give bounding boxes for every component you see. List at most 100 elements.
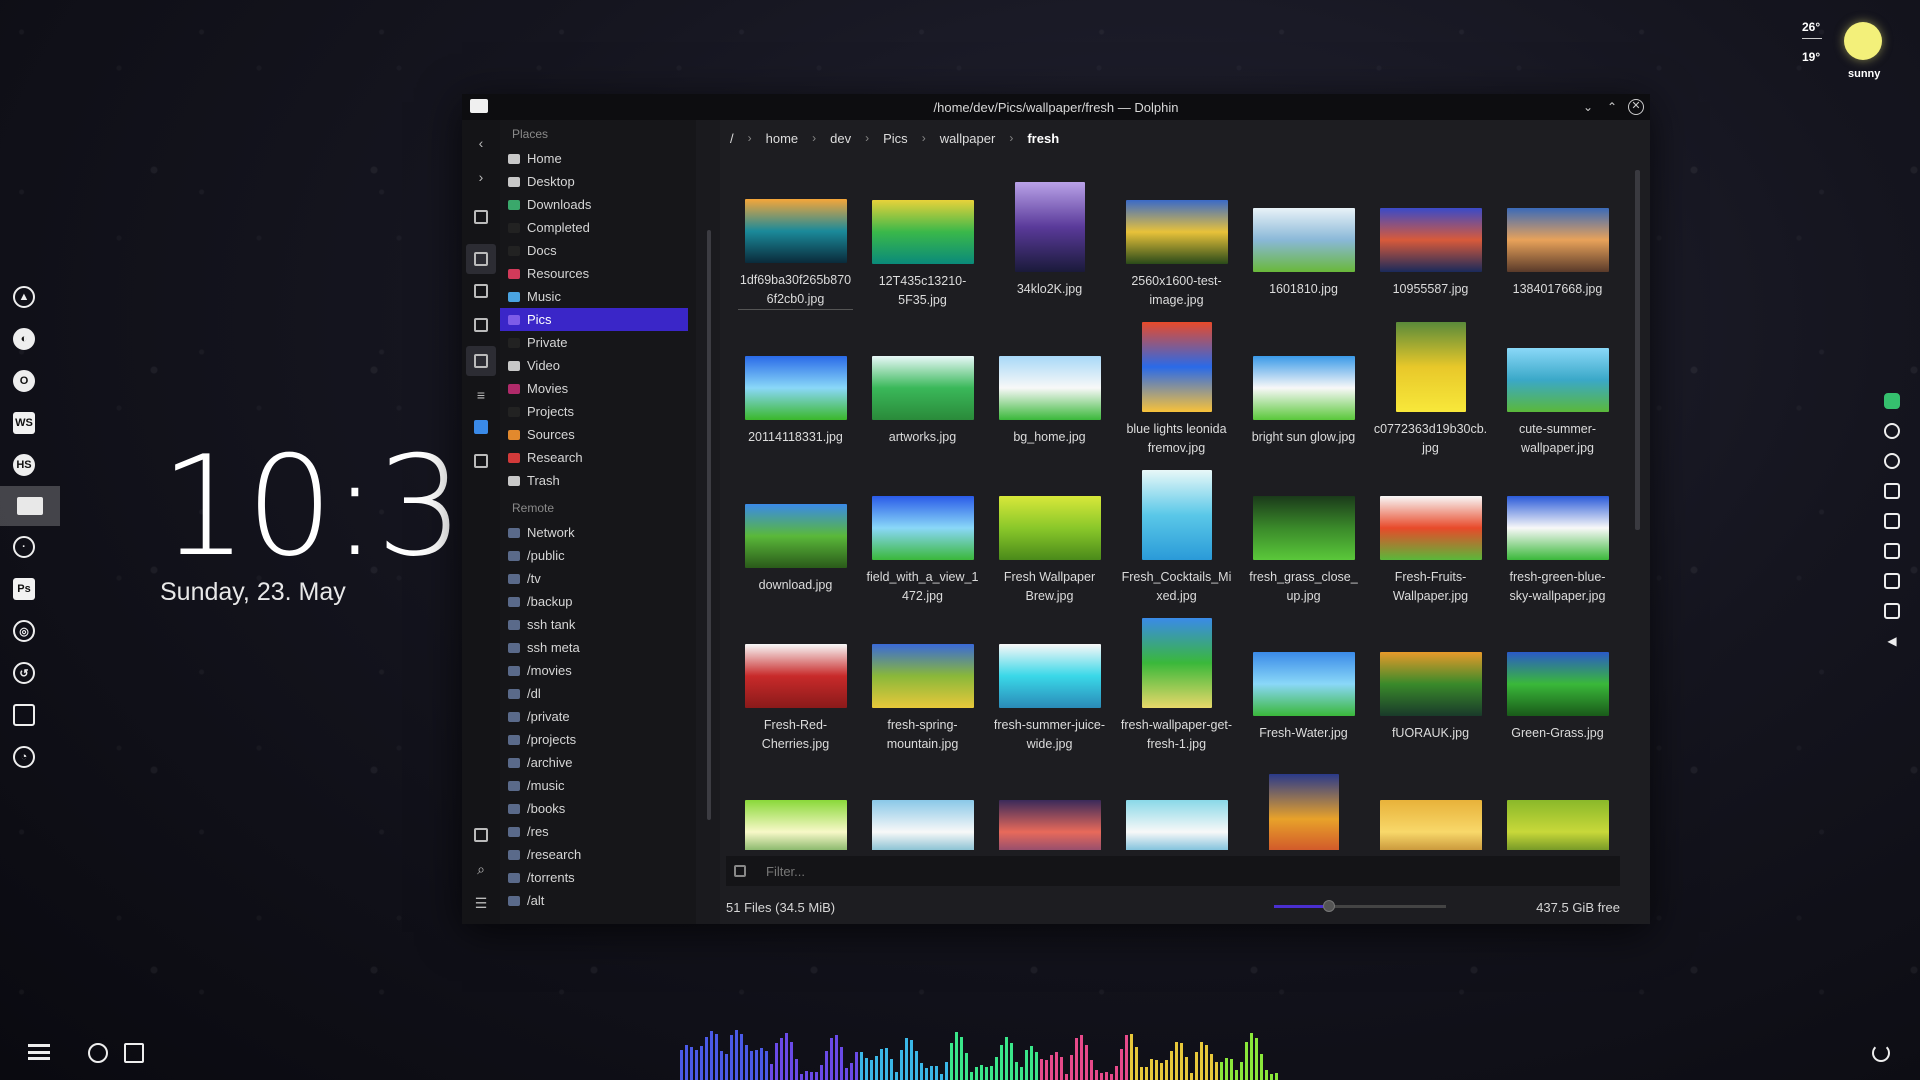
breadcrumb-item[interactable]: Pics — [883, 131, 908, 146]
folder-icon[interactable] — [0, 486, 60, 526]
lock-icon[interactable] — [734, 865, 746, 877]
chrome-icon[interactable] — [1880, 446, 1904, 476]
remote-item[interactable]: /tv — [500, 567, 696, 590]
webstorm-icon[interactable]: WS — [0, 402, 48, 444]
places-item[interactable]: Private — [500, 331, 696, 354]
file-item[interactable] — [859, 762, 986, 850]
file-item[interactable]: Fresh_Cocktails_Mixed.jpg — [1113, 466, 1240, 606]
file-item[interactable]: Fresh Wallpaper Brew.jpg — [986, 466, 1113, 606]
remote-item[interactable]: ssh meta — [500, 636, 696, 659]
remote-item[interactable]: Network — [500, 521, 696, 544]
github-icon[interactable] — [88, 1043, 108, 1063]
forward-icon[interactable]: › — [466, 162, 496, 192]
remote-item[interactable]: /res — [500, 820, 696, 843]
image-thumbnail[interactable] — [871, 200, 974, 264]
firefox-icon[interactable]: ◐ — [0, 318, 48, 360]
sync-icon[interactable] — [1880, 386, 1904, 416]
split-view-icon[interactable] — [466, 820, 496, 850]
remote-item[interactable]: /music — [500, 774, 696, 797]
file-item[interactable]: download.jpg — [732, 466, 859, 606]
opera-icon[interactable]: O — [0, 360, 48, 402]
places-item[interactable]: Downloads — [500, 193, 696, 216]
hs-icon[interactable]: HS — [0, 444, 48, 486]
remote-item[interactable]: /research — [500, 843, 696, 866]
image-thumbnail[interactable] — [871, 800, 974, 850]
zoom-slider[interactable] — [1274, 900, 1446, 912]
image-thumbnail[interactable] — [1506, 208, 1609, 272]
file-item[interactable]: fUORAUK.jpg — [1367, 614, 1494, 754]
file-item[interactable]: 1384017668.jpg — [1494, 170, 1612, 310]
image-thumbnail[interactable] — [1379, 652, 1482, 716]
places-item[interactable]: Resources — [500, 262, 696, 285]
title-bar[interactable]: /home/dev/Pics/wallpaper/fresh — Dolphin… — [462, 94, 1650, 120]
file-item[interactable]: Fresh-Red-Cherries.jpg — [732, 614, 859, 754]
expand-icon[interactable]: ◀ — [1880, 626, 1904, 656]
image-thumbnail[interactable] — [1014, 182, 1085, 272]
remote-item[interactable]: /backup — [500, 590, 696, 613]
image-thumbnail[interactable] — [871, 644, 974, 708]
remote-item[interactable]: /public — [500, 544, 696, 567]
breadcrumb-item[interactable]: / — [730, 131, 734, 146]
obs-icon[interactable]: ◎ — [0, 610, 48, 652]
places-item[interactable]: Home — [500, 147, 696, 170]
file-item[interactable]: 1df69ba30f265b8706f2cb0.jpg — [732, 170, 859, 310]
image-thumbnail[interactable] — [1141, 322, 1212, 412]
preview-icon[interactable] — [466, 346, 496, 376]
close-button[interactable]: ✕ — [1628, 99, 1644, 115]
file-item[interactable]: 34klo2K.jpg — [986, 170, 1113, 310]
clipboard-icon[interactable] — [1880, 476, 1904, 506]
remote-item[interactable]: /dl — [500, 682, 696, 705]
info-panel-icon[interactable] — [466, 412, 496, 442]
file-item[interactable] — [1494, 762, 1612, 850]
file-item[interactable]: bright sun glow.jpg — [1240, 318, 1367, 458]
image-thumbnail[interactable] — [998, 644, 1101, 708]
image-thumbnail[interactable] — [1252, 356, 1355, 420]
search-icon[interactable]: ⌕ — [466, 854, 496, 884]
play-icon[interactable] — [1880, 416, 1904, 446]
icons-view-icon[interactable] — [466, 244, 496, 274]
image-thumbnail[interactable] — [744, 199, 847, 263]
remote-item[interactable]: /torrents — [500, 866, 696, 889]
image-thumbnail[interactable] — [1506, 800, 1609, 850]
image-thumbnail[interactable] — [871, 356, 974, 420]
file-item[interactable]: fresh_grass_close_up.jpg — [1240, 466, 1367, 606]
file-item[interactable]: 20114118331.jpg — [732, 318, 859, 458]
image-thumbnail[interactable] — [744, 644, 847, 708]
image-thumbnail[interactable] — [1379, 800, 1482, 850]
file-item[interactable]: 1601810.jpg — [1240, 170, 1367, 310]
image-thumbnail[interactable] — [1379, 208, 1482, 272]
image-thumbnail[interactable] — [998, 356, 1101, 420]
new-window-icon[interactable] — [466, 202, 496, 232]
remote-item[interactable]: /alt — [500, 889, 696, 912]
image-thumbnail[interactable] — [744, 356, 847, 420]
image-thumbnail[interactable] — [1252, 208, 1355, 272]
remote-item[interactable]: /private — [500, 705, 696, 728]
remote-item[interactable]: /projects — [500, 728, 696, 751]
file-item[interactable] — [1367, 762, 1494, 850]
image-thumbnail[interactable] — [1506, 652, 1609, 716]
file-item[interactable] — [732, 762, 859, 850]
volume-icon[interactable] — [1880, 536, 1904, 566]
places-item[interactable]: Completed — [500, 216, 696, 239]
image-thumbnail[interactable] — [1379, 496, 1482, 560]
chrome-icon[interactable]: ◔ — [0, 736, 48, 778]
places-item[interactable]: Desktop — [500, 170, 696, 193]
history-icon[interactable]: ↺ — [0, 652, 48, 694]
places-item[interactable]: Pics — [500, 308, 688, 331]
bookmark-icon[interactable] — [466, 446, 496, 476]
file-item[interactable]: cute-summer-wallpaper.jpg — [1494, 318, 1612, 458]
zoom-handle[interactable] — [1323, 900, 1336, 912]
remote-item[interactable]: /books — [500, 797, 696, 820]
image-thumbnail[interactable] — [744, 504, 847, 568]
file-item[interactable] — [1240, 762, 1367, 850]
lock-icon[interactable] — [1880, 506, 1904, 536]
file-item[interactable]: artworks.jpg — [859, 318, 986, 458]
image-thumbnail[interactable] — [1395, 322, 1466, 412]
file-item[interactable]: Fresh-Water.jpg — [1240, 614, 1367, 754]
places-item[interactable]: Trash — [500, 469, 696, 492]
app-menu-icon[interactable] — [28, 1044, 50, 1060]
file-item[interactable]: 10955587.jpg — [1367, 170, 1494, 310]
hamburger-menu-icon[interactable]: ☰ — [466, 888, 496, 918]
places-item[interactable]: Movies — [500, 377, 696, 400]
image-thumbnail[interactable] — [1252, 496, 1355, 560]
